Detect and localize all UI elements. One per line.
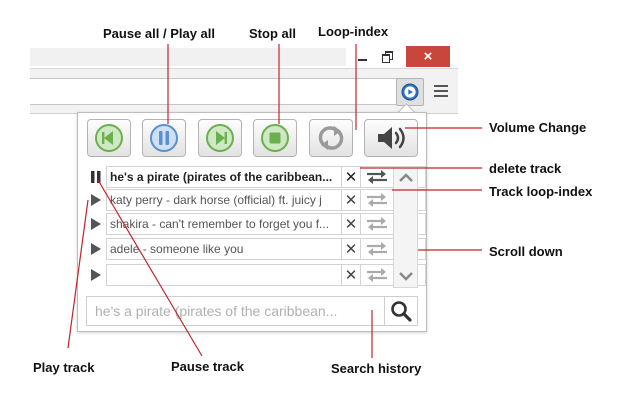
- hamburger-menu-icon[interactable]: [434, 85, 448, 97]
- play-track-button[interactable]: [87, 213, 105, 235]
- speaker-icon: [378, 127, 405, 149]
- delete-track-button[interactable]: ✕: [341, 189, 361, 211]
- search-box: [86, 296, 418, 326]
- annotation-delete-track: delete track: [489, 161, 562, 176]
- restore-icon[interactable]: [376, 46, 400, 67]
- loop-index-button[interactable]: [309, 119, 353, 157]
- delete-track-button[interactable]: ✕: [341, 238, 361, 260]
- track-row: shakira - can't remember to forget you f…: [87, 213, 426, 235]
- previous-button[interactable]: [87, 119, 131, 157]
- next-button[interactable]: [198, 119, 242, 157]
- loop-icon: [318, 126, 344, 150]
- loop-icon: [367, 193, 387, 207]
- track-row: ✕: [87, 264, 426, 286]
- tab-strip: [30, 48, 346, 66]
- annotation-pause-track: Pause track: [171, 359, 244, 374]
- browser-toolbar: ☆: [30, 68, 458, 114]
- search-icon: [391, 301, 412, 322]
- stop-icon: [261, 124, 289, 152]
- play-track-button[interactable]: [87, 189, 105, 211]
- volume-button[interactable]: [364, 119, 418, 157]
- minimize-icon[interactable]: [350, 46, 374, 67]
- track-loop-button[interactable]: [363, 213, 391, 235]
- pause-icon: [150, 124, 178, 152]
- track-loop-button[interactable]: [363, 264, 391, 286]
- scroll-down-button[interactable]: [394, 265, 417, 287]
- pause-all-button[interactable]: [142, 119, 186, 157]
- previous-icon: [95, 124, 123, 152]
- close-button[interactable]: ×: [406, 46, 450, 67]
- track-row: he's a pirate (pirates of the caribbean.…: [87, 166, 426, 188]
- track-loop-button[interactable]: [363, 189, 391, 211]
- search-button[interactable]: [384, 297, 417, 325]
- delete-track-button[interactable]: ✕: [341, 166, 361, 188]
- annotation-play-track: Play track: [33, 360, 95, 375]
- play-icon: [91, 243, 101, 255]
- play-track-button[interactable]: [87, 264, 105, 286]
- loop-icon: [367, 170, 387, 184]
- play-icon: [91, 269, 101, 281]
- track-scrollbar[interactable]: [393, 166, 418, 288]
- loop-icon: [367, 217, 387, 231]
- track-row: adele - someone like you ✕: [87, 238, 426, 260]
- stop-all-button[interactable]: [253, 119, 297, 157]
- track-row: katy perry - dark horse (official) ft. j…: [87, 189, 426, 211]
- pause-track-button[interactable]: [87, 166, 105, 188]
- search-input[interactable]: [87, 297, 383, 325]
- window-controls: ×: [350, 46, 458, 67]
- loop-icon: [367, 242, 387, 256]
- scroll-up-button[interactable]: [394, 167, 417, 189]
- delete-track-button[interactable]: ✕: [341, 264, 361, 286]
- delete-track-button[interactable]: ✕: [341, 213, 361, 235]
- play-track-button[interactable]: [87, 238, 105, 260]
- player-extension-icon[interactable]: [396, 78, 424, 106]
- address-bar[interactable]: ☆: [30, 78, 422, 105]
- annotation-scroll-down: Scroll down: [489, 244, 563, 259]
- next-icon: [206, 124, 234, 152]
- chevron-down-icon: [398, 272, 413, 281]
- track-loop-button[interactable]: [363, 238, 391, 260]
- pause-icon: [91, 171, 101, 183]
- play-icon: [91, 194, 101, 206]
- play-icon: [91, 218, 101, 230]
- annotation-loop-index: Loop-index: [318, 24, 389, 39]
- loop-icon: [367, 268, 387, 282]
- track-loop-button[interactable]: [363, 166, 391, 188]
- chevron-up-icon: [398, 173, 413, 182]
- annotation-track-loop-index: Track loop-index: [489, 184, 593, 199]
- annotation-pause-all: Pause all / Play all: [103, 26, 216, 41]
- annotation-stop-all: Stop all: [249, 26, 296, 41]
- annotation-search-history: Search history: [331, 361, 422, 376]
- annotation-volume-change: Volume Change: [489, 120, 587, 135]
